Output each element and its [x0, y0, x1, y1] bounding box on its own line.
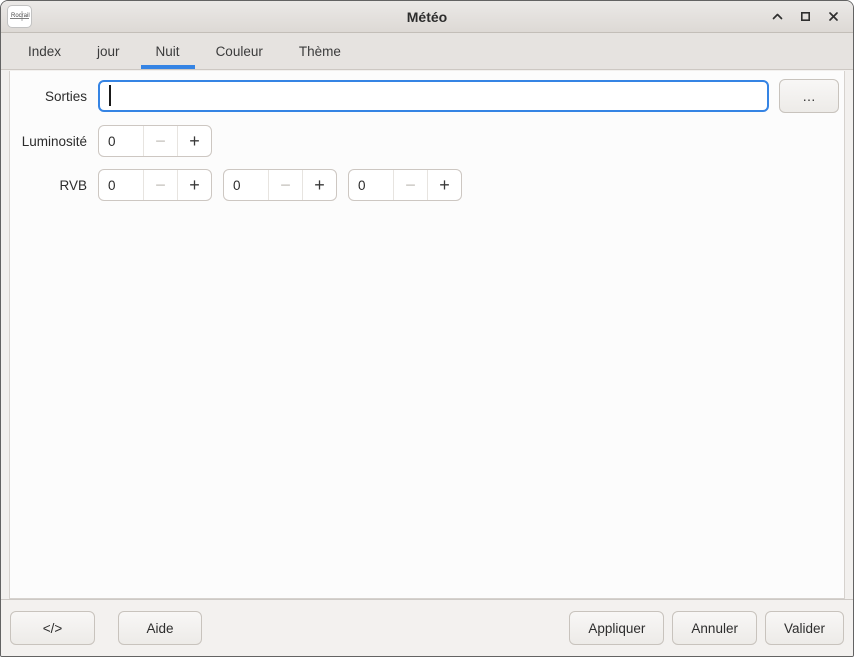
sorties-input-wrap — [98, 80, 769, 112]
luminosite-spinner: 0 − + — [98, 125, 212, 157]
minus-button[interactable]: − — [143, 126, 177, 156]
rvb-red-spinner: 0 − + — [98, 169, 212, 201]
plus-button[interactable]: + — [302, 170, 336, 200]
maximize-button[interactable] — [793, 5, 817, 29]
help-button[interactable]: Aide — [118, 611, 202, 645]
tab-index[interactable]: Index — [13, 33, 76, 69]
sorties-row: Sorties … — [10, 79, 844, 113]
dialog-window: Rocrail Météo — [0, 0, 854, 657]
tab-theme[interactable]: Thème — [284, 33, 356, 69]
tab-page-nuit: Sorties … Luminosité 0 − + RVB 0 − + — [9, 71, 845, 599]
rvb-row: RVB 0 − + 0 − + 0 − + — [10, 169, 844, 201]
action-bar-left: </> Aide — [10, 611, 202, 645]
window-controls — [765, 5, 845, 29]
tab-bar: Index jour Nuit Couleur Thème — [1, 33, 853, 70]
rvb-blue-spinner: 0 − + — [348, 169, 462, 201]
rvb-red-value[interactable]: 0 — [99, 170, 143, 200]
window-title: Météo — [1, 9, 853, 25]
ok-button[interactable]: Valider — [765, 611, 844, 645]
plus-button[interactable]: + — [177, 170, 211, 200]
apply-button[interactable]: Appliquer — [569, 611, 664, 645]
rvb-green-spinner: 0 − + — [223, 169, 337, 201]
rocrail-app-icon: Rocrail — [7, 5, 32, 28]
luminosite-label: Luminosité — [10, 134, 98, 149]
rvb-green-value[interactable]: 0 — [224, 170, 268, 200]
sorties-label: Sorties — [10, 89, 98, 104]
rvb-blue-value[interactable]: 0 — [349, 170, 393, 200]
plus-button[interactable]: + — [427, 170, 461, 200]
tab-couleur[interactable]: Couleur — [201, 33, 278, 69]
rvb-label: RVB — [10, 178, 98, 193]
minus-button[interactable]: − — [268, 170, 302, 200]
action-bar: </> Aide Appliquer Annuler Valider — [1, 599, 853, 656]
chevron-up-icon — [770, 9, 785, 24]
maximize-square-icon — [798, 9, 813, 24]
action-bar-right: Appliquer Annuler Valider — [569, 611, 844, 645]
minus-button[interactable]: − — [393, 170, 427, 200]
luminosite-value[interactable]: 0 — [99, 126, 143, 156]
cancel-button[interactable]: Annuler — [672, 611, 757, 645]
close-x-icon — [826, 9, 841, 24]
close-button[interactable] — [821, 5, 845, 29]
xml-source-button[interactable]: </> — [10, 611, 95, 645]
minus-button[interactable]: − — [143, 170, 177, 200]
browse-button[interactable]: … — [779, 79, 839, 113]
minimize-button[interactable] — [765, 5, 789, 29]
sorties-input[interactable] — [98, 80, 769, 112]
plus-button[interactable]: + — [177, 126, 211, 156]
luminosite-row: Luminosité 0 − + — [10, 125, 844, 157]
tab-nuit[interactable]: Nuit — [141, 33, 195, 69]
tab-jour[interactable]: jour — [82, 33, 135, 69]
title-bar[interactable]: Rocrail Météo — [1, 1, 853, 33]
